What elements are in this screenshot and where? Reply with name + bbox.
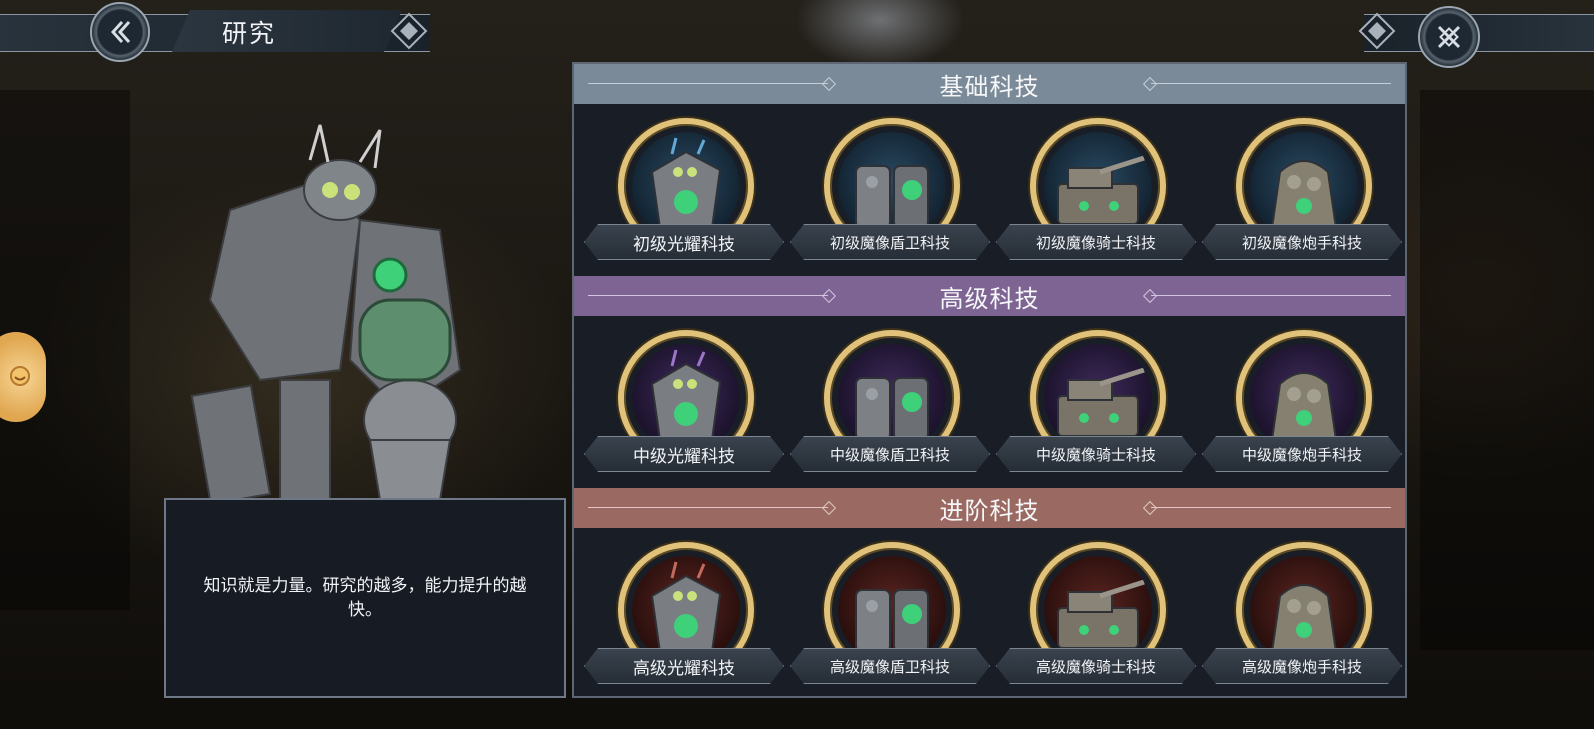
tech-label: 初级魔像骑士科技 [996,224,1196,260]
shield-golem-icon [838,344,946,452]
luminous-golem-icon [632,344,740,452]
tech-node[interactable]: 初级光耀科技 [584,118,784,278]
knight-golem-icon [1044,132,1152,240]
tech-label: 初级魔像盾卫科技 [790,224,990,260]
tech-node[interactable]: 高级魔像盾卫科技 [790,542,990,702]
header-ornament-diamond [821,76,837,92]
header-ornament-diamond [821,288,837,304]
luminous-golem-icon [632,556,740,664]
tech-node[interactable]: 高级魔像骑士科技 [996,542,1196,702]
side-event-tab[interactable] [0,332,46,422]
tech-label: 中级魔像盾卫科技 [790,436,990,472]
tech-node[interactable]: 中级光耀科技 [584,330,784,490]
section-title: 进阶科技 [939,496,1040,525]
shield-golem-icon [838,556,946,664]
knight-golem-icon [1044,344,1152,452]
header-ornament-line [1151,295,1391,296]
tech-node[interactable]: 初级魔像骑士科技 [996,118,1196,278]
tech-tree-panel: 基础科技初级光耀科技 初级魔像盾卫科技 初级魔像骑士科技 初级魔像炮手科技高级科技中级… [572,62,1407,698]
tech-label: 中级光耀科技 [584,436,784,472]
header-ornament-diamond [1142,76,1158,92]
section-header: 基础科技 [574,64,1405,104]
tech-label: 高级光耀科技 [584,648,784,684]
header-ornament-line [1151,83,1391,84]
bookshelf-right [1420,90,1594,650]
golem-mech-character [190,124,462,506]
header-ornament-line [588,507,828,508]
header-ornament-diamond [821,500,837,516]
tech-node[interactable]: 初级魔像盾卫科技 [790,118,990,278]
tech-node[interactable]: 中级魔像骑士科技 [996,330,1196,490]
back-button[interactable] [90,2,150,62]
header-ornament-diamond [1142,500,1158,516]
tech-label: 高级魔像盾卫科技 [790,648,990,684]
tech-section-3: 进阶科技高级光耀科技 高级魔像盾卫科技 高级魔像骑士科技 高级魔像炮手科技 [574,488,1405,700]
diamond-ornament-right-icon [1358,12,1396,50]
tech-section-2: 高级科技中级光耀科技 中级魔像盾卫科技 中级魔像骑士科技 中级魔像炮手科技 [574,276,1405,488]
tech-node[interactable]: 初级魔像炮手科技 [1202,118,1402,278]
header-ornament-line [1151,507,1391,508]
tech-label: 高级魔像炮手科技 [1202,648,1402,684]
tech-label: 中级魔像骑士科技 [996,436,1196,472]
knight-golem-icon [1044,556,1152,664]
close-icon [1437,25,1461,49]
tech-node[interactable]: 高级魔像炮手科技 [1202,542,1402,702]
section-header: 进阶科技 [574,488,1405,528]
luminous-golem-icon [632,132,740,240]
tech-section-1: 基础科技初级光耀科技 初级魔像盾卫科技 初级魔像骑士科技 初级魔像炮手科技 [574,64,1405,276]
header-ornament-diamond [1142,288,1158,304]
tech-node[interactable]: 中级魔像炮手科技 [1202,330,1402,490]
diamond-ornament-icon [390,12,428,50]
gunner-golem-icon [1250,556,1358,664]
tech-label: 中级魔像炮手科技 [1202,436,1402,472]
header-ornament-line [588,83,828,84]
double-chevron-left-icon [110,20,131,44]
gunner-golem-icon [1250,132,1358,240]
tech-label: 初级光耀科技 [584,224,784,260]
page-title: 研究 [222,19,277,48]
section-header: 高级科技 [574,276,1405,316]
tech-label: 高级魔像骑士科技 [996,648,1196,684]
section-title: 高级科技 [939,284,1040,313]
tech-node[interactable]: 高级光耀科技 [584,542,784,702]
npc-dialogue-box: 知识就是力量。研究的越多，能力提升的越快。 [164,498,566,698]
close-button[interactable] [1418,6,1480,68]
gunner-golem-icon [1250,344,1358,452]
title-plate [172,10,402,52]
sun-face-icon [10,366,30,386]
section-title: 基础科技 [939,72,1040,101]
npc-dialogue-text: 知识就是力量。研究的越多，能力提升的越快。 [203,576,527,620]
header-ornament-line [588,295,828,296]
tech-label: 初级魔像炮手科技 [1202,224,1402,260]
tech-node[interactable]: 中级魔像盾卫科技 [790,330,990,490]
shield-golem-icon [838,132,946,240]
